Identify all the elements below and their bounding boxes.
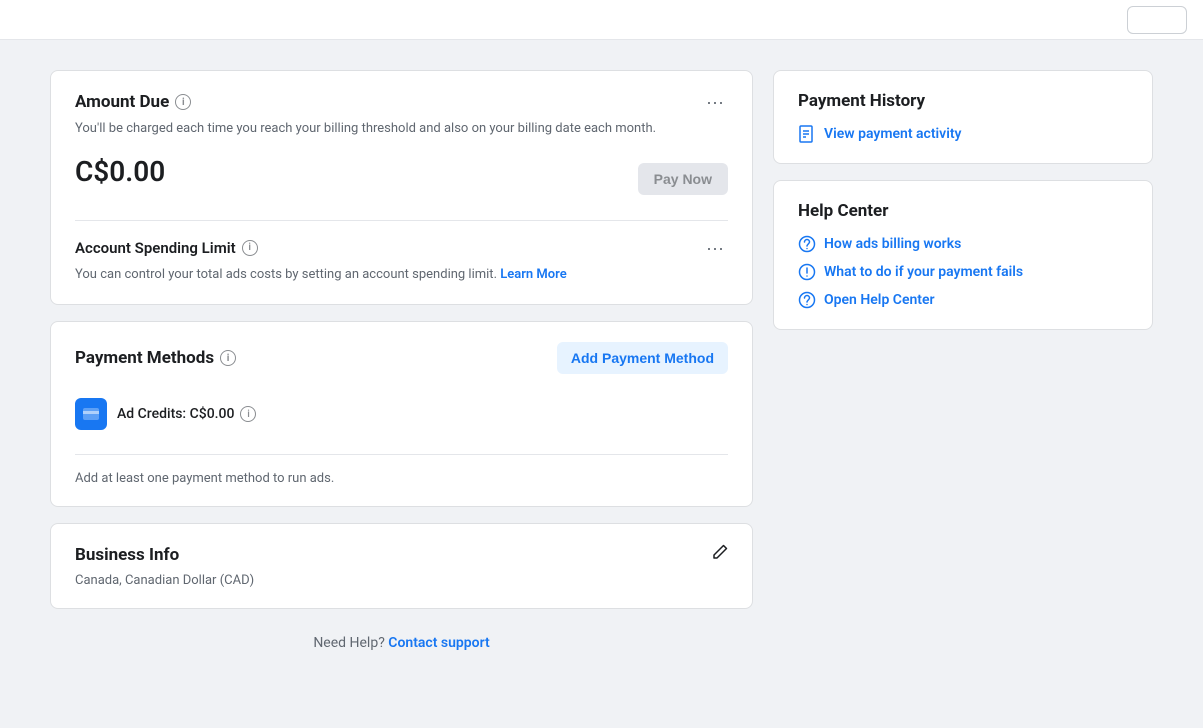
help-center-title: Help Center <box>798 201 1128 221</box>
spending-limit-header: Account Spending Limit i ··· <box>75 237 728 259</box>
divider <box>75 220 728 221</box>
spending-limit-title-text: Account Spending Limit <box>75 239 236 257</box>
left-column: Amount Due i ··· You'll be charged each … <box>50 70 753 671</box>
main-content: Amount Due i ··· You'll be charged each … <box>0 40 1203 701</box>
payment-methods-divider <box>75 454 728 455</box>
payment-methods-title-text: Payment Methods <box>75 348 214 368</box>
ad-credits-label: Ad Credits: C$0.00 i <box>117 406 256 422</box>
payment-fail-icon <box>798 263 816 281</box>
how-ads-billing-label: How ads billing works <box>824 236 961 252</box>
top-bar-button[interactable] <box>1127 6 1187 34</box>
spending-limit-title: Account Spending Limit i <box>75 239 258 257</box>
spending-limit-desc-text: You can control your total ads costs by … <box>75 267 497 282</box>
open-help-center-link[interactable]: Open Help Center <box>798 291 1128 309</box>
payment-methods-info-icon[interactable]: i <box>220 350 236 366</box>
payment-fails-link[interactable]: What to do if your payment fails <box>798 263 1128 281</box>
amount-value: C$0.00 <box>75 155 165 188</box>
business-info-edit-button[interactable] <box>712 544 728 565</box>
payment-methods-header: Payment Methods i Add Payment Method <box>75 342 728 374</box>
ad-credits-text: Ad Credits: C$0.00 <box>117 406 234 422</box>
receipt-icon <box>798 125 816 143</box>
payment-methods-title: Payment Methods i <box>75 348 236 368</box>
no-payment-note: Add at least one payment method to run a… <box>75 471 728 486</box>
how-ads-billing-link[interactable]: How ads billing works <box>798 235 1128 253</box>
business-info-title-text: Business Info <box>75 545 179 565</box>
contact-support-link[interactable]: Contact support <box>388 635 489 651</box>
amount-due-info-icon[interactable]: i <box>175 94 191 110</box>
amount-due-more-button[interactable]: ··· <box>702 91 728 113</box>
ad-credits-info-icon[interactable]: i <box>240 406 256 422</box>
open-help-center-label: Open Help Center <box>824 292 935 308</box>
spending-limit-more-button[interactable]: ··· <box>702 237 728 259</box>
amount-due-description: You'll be charged each time you reach yo… <box>75 119 728 139</box>
add-payment-method-button[interactable]: Add Payment Method <box>557 342 728 374</box>
business-info-header: Business Info <box>75 544 728 565</box>
view-payment-activity-link[interactable]: View payment activity <box>798 125 1128 143</box>
learn-more-link[interactable]: Learn More <box>500 267 566 282</box>
payment-fails-label: What to do if your payment fails <box>824 264 1023 280</box>
right-column: Payment History View payment activity He… <box>773 70 1153 671</box>
footer-help: Need Help? Contact support <box>50 625 753 671</box>
payment-history-card: Payment History View payment activity <box>773 70 1153 164</box>
ad-credits-icon <box>75 398 107 430</box>
ad-credits-row: Ad Credits: C$0.00 i <box>75 390 728 438</box>
pay-now-button[interactable]: Pay Now <box>638 163 728 195</box>
amount-due-title-text: Amount Due <box>75 92 169 112</box>
help-center-card: Help Center How ads billing works What t… <box>773 180 1153 330</box>
amount-due-title: Amount Due i <box>75 92 191 112</box>
footer-text: Need Help? <box>313 635 385 651</box>
payment-history-title: Payment History <box>798 91 1128 111</box>
business-info-value: Canada, Canadian Dollar (CAD) <box>75 573 728 588</box>
billing-icon <box>798 235 816 253</box>
pencil-icon <box>712 544 728 560</box>
business-info-card: Business Info Canada, Canadian Dollar (C… <box>50 523 753 609</box>
spending-limit-desc: You can control your total ads costs by … <box>75 265 728 285</box>
spending-limit-info-icon[interactable]: i <box>242 240 258 256</box>
payment-methods-card: Payment Methods i Add Payment Method Ad … <box>50 321 753 507</box>
business-info-title: Business Info <box>75 545 179 565</box>
amount-due-header: Amount Due i ··· <box>75 91 728 113</box>
top-bar <box>0 0 1203 40</box>
amount-row: C$0.00 Pay Now <box>75 155 728 204</box>
amount-due-card: Amount Due i ··· You'll be charged each … <box>50 70 753 305</box>
view-payment-label: View payment activity <box>824 126 961 142</box>
help-circle-icon <box>798 291 816 309</box>
